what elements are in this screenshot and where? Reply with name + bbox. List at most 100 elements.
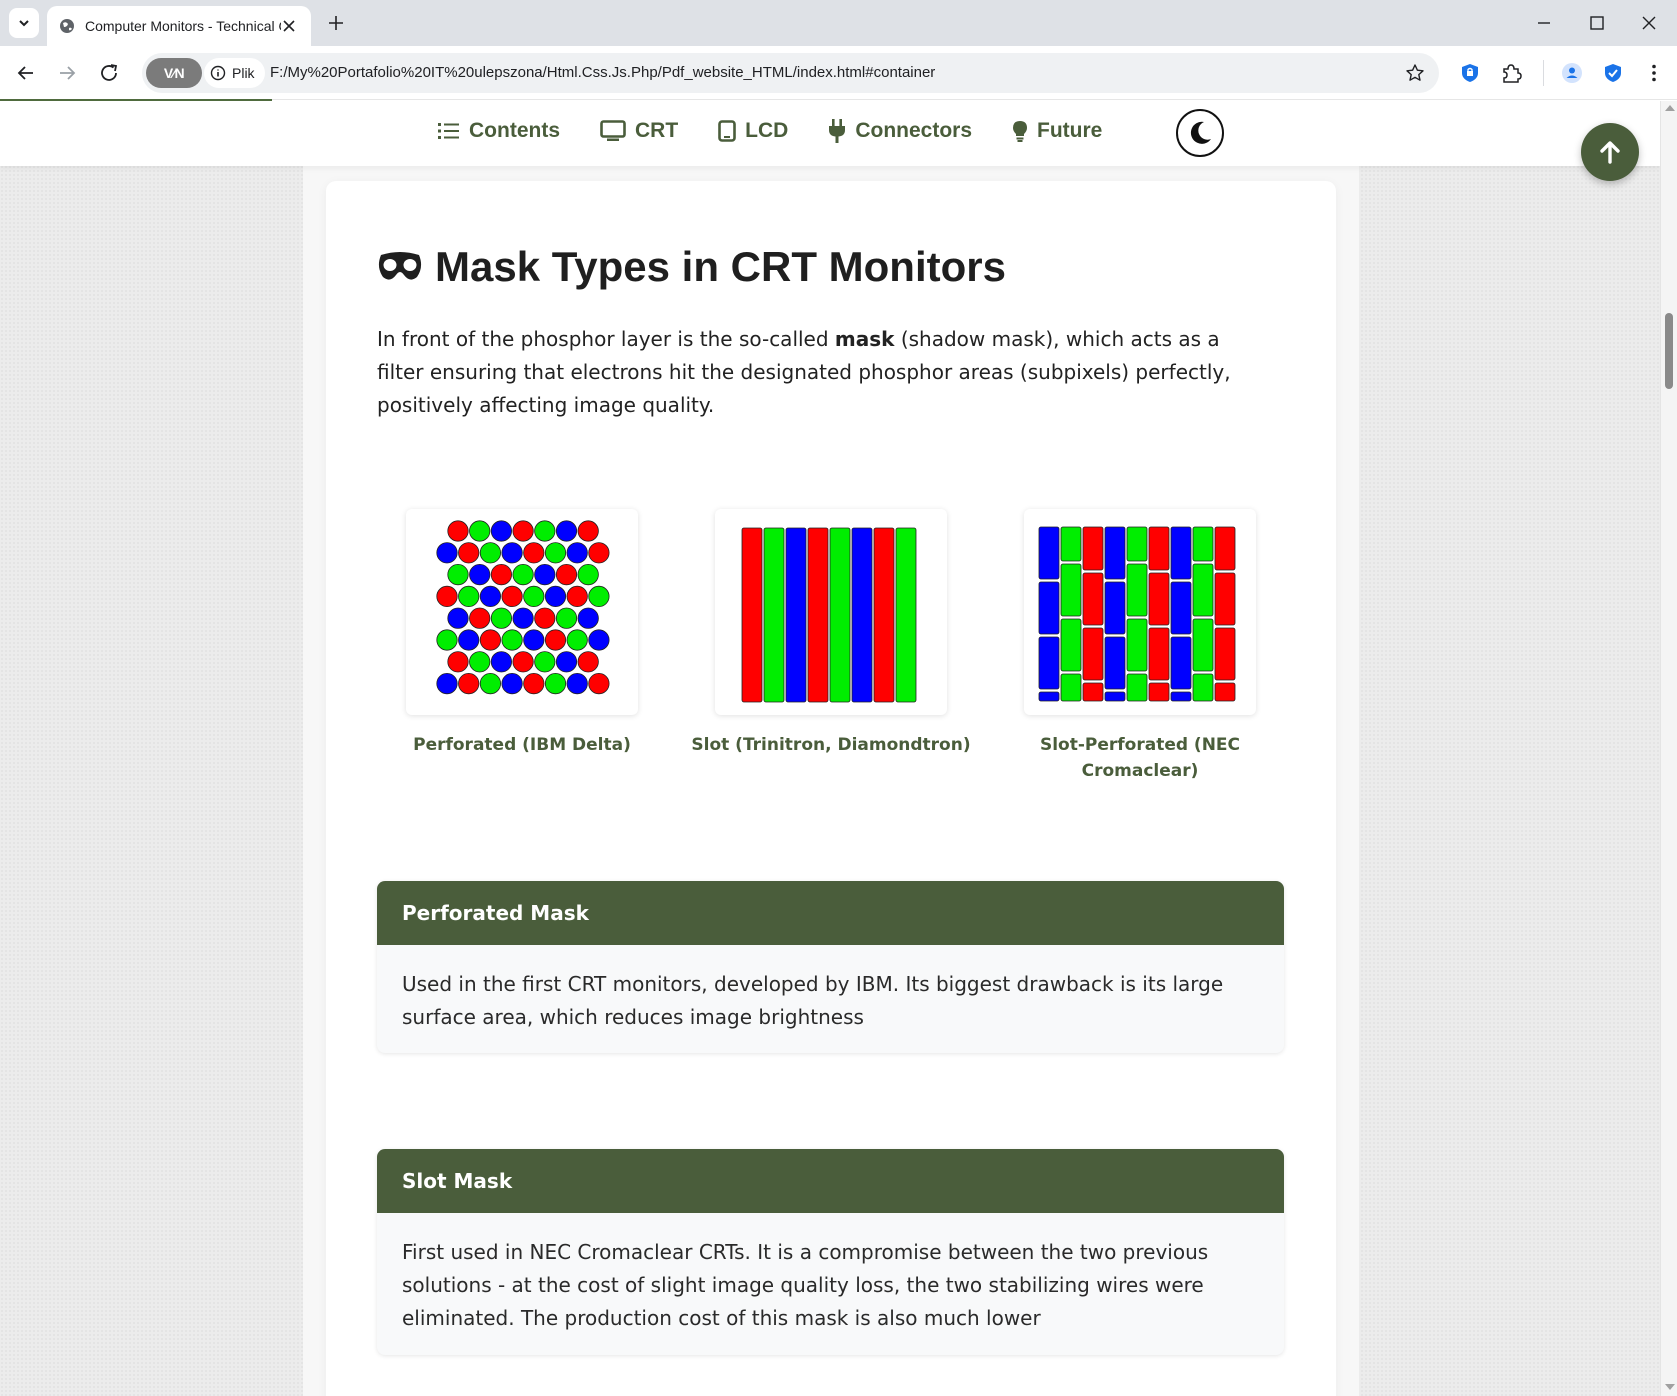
phosphor-dot	[588, 629, 610, 651]
phosphor-dot	[469, 563, 491, 586]
phosphor-dot	[490, 607, 513, 629]
perforated-mask-caption: Perforated (IBM Delta)	[413, 735, 631, 755]
phosphor-dot	[501, 629, 523, 651]
phosphor-slot	[1060, 618, 1082, 672]
address-bar[interactable]: V⁄N Plik F:/My%20Portafolio%20IT%20uleps…	[142, 53, 1439, 93]
phosphor-dot	[534, 607, 556, 629]
phosphor-stripe	[895, 527, 917, 703]
info-box-title: Slot Mask	[377, 1149, 1284, 1213]
close-icon[interactable]	[281, 18, 297, 34]
nav-link-label: LCD	[745, 119, 789, 142]
phosphor-dot	[512, 607, 534, 629]
phosphor-dot	[512, 651, 534, 673]
phosphor-slot	[1082, 682, 1104, 702]
password-manager-icon[interactable]	[1459, 62, 1481, 84]
reload-icon[interactable]	[97, 61, 121, 85]
info-box-title: Perforated Mask	[377, 881, 1284, 945]
phosphor-dot	[447, 563, 469, 586]
phosphor-dot	[577, 651, 599, 673]
phosphor-slot	[1038, 526, 1060, 580]
minimize-icon[interactable]	[1533, 12, 1555, 34]
url-text[interactable]: F:/My%20Portafolio%20IT%20ulepszona/Html…	[270, 64, 935, 81]
phosphor-slot	[1038, 636, 1060, 690]
nav-link-label: Contents	[469, 119, 560, 142]
phosphor-dot	[523, 542, 545, 564]
phosphor-dot	[577, 607, 599, 629]
theme-toggle-button[interactable]	[1176, 109, 1224, 157]
desktop-icon	[600, 120, 626, 141]
extensions-puzzle-icon[interactable]	[1500, 62, 1522, 84]
phosphor-slot	[1082, 572, 1104, 626]
back-arrow-icon[interactable]	[14, 61, 38, 85]
phosphor-slot	[1214, 572, 1236, 626]
phosphor-dot	[458, 629, 480, 651]
scroll-up-arrow-icon[interactable]	[1665, 105, 1675, 111]
security-shield-icon[interactable]	[1602, 62, 1624, 84]
nav-link-label: CRT	[635, 119, 679, 142]
phosphor-slot	[1170, 691, 1192, 702]
site-info-chip[interactable]: Plik	[204, 58, 265, 88]
scrollbar-thumb[interactable]	[1665, 313, 1673, 389]
phosphor-dot	[534, 563, 556, 586]
nav-link-lcd[interactable]: LCD	[718, 119, 788, 143]
intro-bold-term: mask	[834, 327, 895, 351]
globe-icon	[60, 19, 74, 33]
phosphor-slot	[1060, 526, 1082, 562]
phosphor-slot	[1192, 618, 1214, 672]
phosphor-dot	[490, 520, 513, 542]
phosphor-dot	[523, 629, 545, 651]
more-menu-icon[interactable]	[1643, 62, 1665, 84]
nav-link-crt[interactable]: CRT	[600, 119, 678, 143]
slot-mask-figure	[715, 509, 947, 715]
slot-mask-caption: Slot (Trinitron, Diamondtron)	[691, 735, 971, 755]
window-close-icon[interactable]	[1638, 12, 1660, 34]
phosphor-slot	[1148, 682, 1170, 702]
phosphor-slot	[1082, 526, 1104, 571]
nav-link-contents[interactable]: Contents	[438, 119, 560, 143]
list-icon	[438, 123, 459, 139]
new-tab-icon[interactable]	[326, 13, 346, 33]
nav-link-future[interactable]: Future	[1012, 119, 1102, 143]
phosphor-dot	[588, 585, 610, 608]
slot-mask-diagram	[741, 527, 917, 703]
phosphor-dot	[555, 651, 578, 673]
slot-perforated-mask-caption: Slot-Perforated (NEC Cromaclear)	[1039, 735, 1241, 781]
slot-perforated-mask-diagram	[1038, 526, 1236, 702]
phosphor-slot	[1038, 691, 1060, 702]
bookmark-star-icon[interactable]	[1405, 63, 1425, 83]
phosphor-dot	[588, 542, 610, 564]
info-box-body: First used in NEC Cromaclear CRTs. It is…	[402, 1240, 1209, 1330]
profile-avatar-icon[interactable]	[1561, 62, 1583, 84]
nav-link-connectors[interactable]: Connectors	[828, 119, 972, 143]
phosphor-dot	[436, 673, 458, 695]
phosphor-dot	[577, 520, 599, 542]
phosphor-slot	[1126, 526, 1148, 562]
phosphor-dot	[501, 542, 523, 564]
phosphor-slot	[1148, 526, 1170, 571]
maximize-icon[interactable]	[1586, 12, 1608, 34]
page-scrollbar[interactable]	[1660, 101, 1677, 1396]
info-box-perforated: Perforated Mask Used in the first CRT mo…	[377, 881, 1284, 1053]
section-heading: Mask Types in CRT Monitors	[377, 243, 1006, 291]
vpn-badge[interactable]: V⁄N	[146, 58, 202, 88]
phosphor-dot	[479, 542, 502, 564]
info-box-slot: Slot Mask First used in NEC Cromaclear C…	[377, 1149, 1284, 1355]
section-intro: In front of the phosphor layer is the so…	[377, 323, 1257, 422]
arrow-up-icon	[1600, 141, 1620, 164]
info-box-body: Used in the first CRT monitors, develope…	[402, 972, 1224, 1029]
site-info-label: Plik	[232, 65, 255, 81]
phosphor-dot	[566, 673, 588, 695]
scroll-down-arrow-icon[interactable]	[1665, 1384, 1675, 1390]
browser-tab[interactable]: Computer Monitors - Technical Overview	[47, 6, 311, 46]
phosphor-dot	[458, 542, 480, 564]
plug-icon	[829, 119, 846, 143]
phosphor-dot	[458, 585, 480, 608]
phosphor-slot	[1126, 563, 1148, 617]
tab-search-button[interactable]	[9, 8, 39, 38]
phosphor-slot	[1104, 691, 1126, 702]
phosphor-dot	[512, 563, 534, 586]
forward-arrow-icon[interactable]	[55, 61, 79, 85]
phosphor-dot	[447, 520, 469, 542]
back-to-top-button[interactable]	[1581, 123, 1639, 181]
phosphor-slot	[1104, 526, 1126, 580]
